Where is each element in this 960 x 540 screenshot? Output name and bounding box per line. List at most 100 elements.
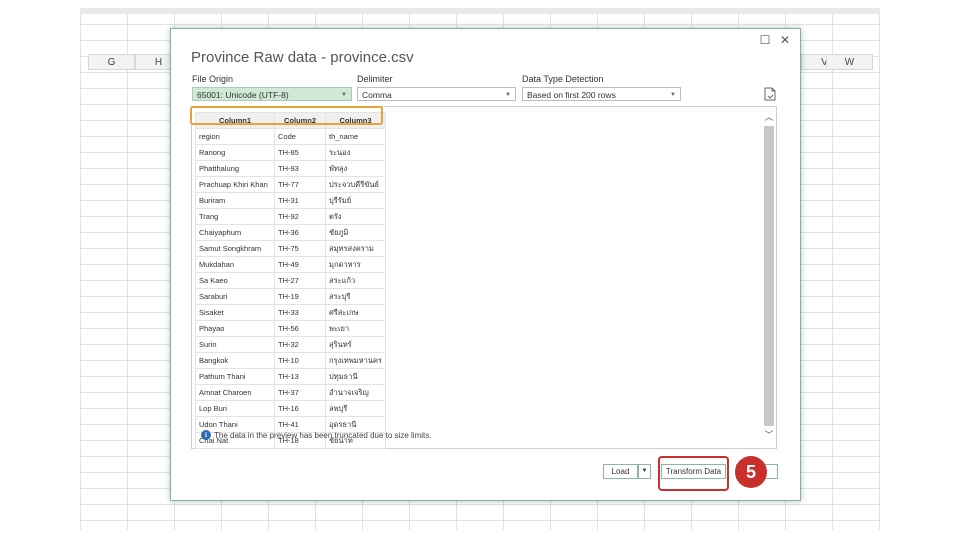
table-cell: Phatthalung [195,160,275,177]
table-cell: TH-92 [274,208,326,225]
table-row: Surin TH-32 สุรินทร์ [195,336,386,353]
table-cell: Sa Kaeo [195,272,275,289]
close-button[interactable]: ✕ [778,33,792,47]
type-detection-value: Based on first 200 rows [527,90,616,100]
table-cell: Chaiyaphum [195,224,275,241]
table-cell: พะเยา [325,320,386,337]
table-cell: ปทุมธานี [325,368,386,385]
table-cell: TH-10 [274,352,326,369]
type-detection-label: Data Type Detection [522,74,604,84]
table-cell: TH-37 [274,384,326,401]
delimiter-label: Delimiter [357,74,393,84]
truncation-notice: i The data in the preview has been trunc… [201,430,431,440]
preview-table: Column1 Column2 Column3 region Code th_nam… [195,112,386,449]
table-cell: Buriram [195,192,275,209]
table-cell: Prachuap Khiri Khan [195,176,275,193]
table-cell: กรุงเทพมหานคร [325,352,386,369]
column-header-w[interactable]: W [826,54,873,70]
table-cell: Mukdahan [195,256,275,273]
table-row: Buriram TH-31 บุรีรัมย์ [195,192,386,209]
table-cell: Amnat Charoen [195,384,275,401]
table-cell: TH-75 [274,240,326,257]
table-cell: TH-19 [274,288,326,305]
table-row: Chaiyaphum TH-36 ชัยภูมิ [195,224,386,241]
file-origin-value: 65001: Unicode (UTF-8) [197,90,289,100]
table-cell: Phayao [195,320,275,337]
table-cell: Saraburi [195,288,275,305]
table-cell: ระนอง [325,144,386,161]
file-origin-select[interactable]: 65001: Unicode (UTF-8) ▼ [192,87,352,101]
table-cell: ชัยภูมิ [325,224,386,241]
column-header-g[interactable]: G [88,54,135,70]
csv-import-dialog: ☐ ✕ Province Raw data - province.csv Fil… [170,28,801,501]
table-cell: TH-13 [274,368,326,385]
table-cell: Trang [195,208,275,225]
table-cell: Code [274,128,326,145]
info-icon: i [201,430,211,440]
table-cell: สมุทรสงคราม [325,240,386,257]
table-row: Samut Songkhram TH-75 สมุทรสงคราม [195,240,386,257]
table-cell: พัทลุง [325,160,386,177]
table-cell: TH-49 [274,256,326,273]
table-cell: Surin [195,336,275,353]
data-preview-pane: Column1 Column2 Column3 region Code th_nam… [191,106,777,449]
table-cell: Bangkok [195,352,275,369]
table-cell: Lop Buri [195,400,275,417]
table-row: Pathum Thani TH-13 ปทุมธานี [195,368,386,385]
chevron-down-icon: ▼ [505,92,511,98]
table-cell: สระแก้ว [325,272,386,289]
table-cell: ศรีสะเกษ [325,304,386,321]
file-origin-label: File Origin [192,74,234,84]
table-row: Prachuap Khiri Khan TH-77 ประจวบคีรีขันธ์ [195,176,386,193]
table-row: Sisaket TH-33 ศรีสะเกษ [195,304,386,321]
scrollbar-thumb[interactable] [764,126,774,426]
table-cell: TH-93 [274,160,326,177]
table-row: Lop Buri TH-16 ลพบุรี [195,400,386,417]
table-row: Saraburi TH-19 สระบุรี [195,288,386,305]
sheet-top-bar [80,8,880,14]
maximize-button[interactable]: ☐ [758,33,772,47]
table-cell: TH-77 [274,176,326,193]
table-cell: TH-31 [274,192,326,209]
delimiter-value: Comma [362,90,392,100]
load-button[interactable]: Load [603,464,638,479]
table-cell: th_name [325,128,386,145]
truncation-text: The data in the preview has been truncat… [214,430,432,440]
table-cell: บุรีรัมย์ [325,192,386,209]
column-headers-highlight [190,106,383,125]
table-row: Trang TH-92 ตรัง [195,208,386,225]
table-row: Mukdahan TH-49 มุกดาหาร [195,256,386,273]
table-row: Phayao TH-56 พะเยา [195,320,386,337]
table-row: region Code th_name [195,128,386,145]
step-badge: 5 [735,456,767,488]
table-cell: สุรินทร์ [325,336,386,353]
table-cell: TH-27 [274,272,326,289]
table-cell: TH-33 [274,304,326,321]
document-icon[interactable] [764,87,776,106]
table-cell: Sisaket [195,304,275,321]
scroll-down-icon[interactable]: ﹀ [764,430,774,440]
vertical-scrollbar[interactable]: ︿ ﹀ [764,112,774,442]
table-cell: อำนาจเจริญ [325,384,386,401]
table-row: Amnat Charoen TH-37 อำนาจเจริญ [195,384,386,401]
table-cell: Ranong [195,144,275,161]
delimiter-select[interactable]: Comma ▼ [357,87,516,101]
table-row: Ranong TH-85 ระนอง [195,144,386,161]
table-row: Bangkok TH-10 กรุงเทพมหานคร [195,352,386,369]
table-cell: TH-32 [274,336,326,353]
table-cell: มุกดาหาร [325,256,386,273]
transform-button-highlight [658,456,729,491]
chevron-down-icon: ▼ [341,92,347,98]
table-cell: TH-36 [274,224,326,241]
table-row: Sa Kaeo TH-27 สระแก้ว [195,272,386,289]
table-cell: ตรัง [325,208,386,225]
table-row: Phatthalung TH-93 พัทลุง [195,160,386,177]
table-cell: TH-85 [274,144,326,161]
table-cell: Pathum Thani [195,368,275,385]
table-cell: ลพบุรี [325,400,386,417]
table-cell: TH-16 [274,400,326,417]
type-detection-select[interactable]: Based on first 200 rows ▼ [522,87,681,101]
scroll-up-icon[interactable]: ︿ [764,112,774,122]
load-dropdown-button[interactable]: ▼ [638,464,651,479]
table-cell: TH-56 [274,320,326,337]
